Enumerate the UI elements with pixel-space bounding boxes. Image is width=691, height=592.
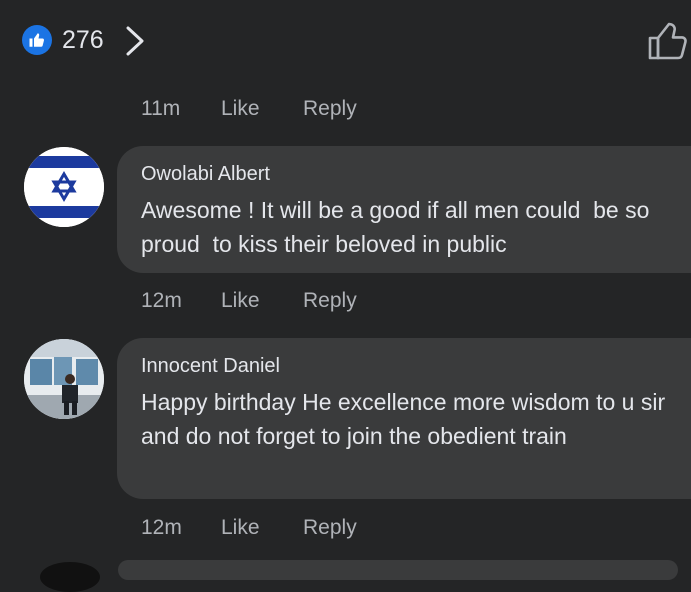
comment-time: 12m	[141, 289, 182, 312]
reactions-bar: 276	[0, 0, 691, 82]
israel-flag-avatar-icon	[24, 147, 104, 227]
comment-actions: 12m Like Reply	[141, 514, 357, 542]
comment-author[interactable]: Innocent Daniel	[141, 353, 691, 379]
reply-link[interactable]: Reply	[303, 97, 357, 121]
chevron-right-icon[interactable]	[122, 24, 148, 58]
reaction-count[interactable]: 276	[62, 25, 104, 55]
comment-bubble-next	[118, 560, 678, 580]
comment-time: 12m	[141, 516, 182, 539]
like-link[interactable]: Like	[221, 97, 303, 121]
comment-bubble: Innocent Daniel Happy birthday He excell…	[117, 338, 691, 499]
photo-avatar-icon	[24, 339, 104, 419]
comment-actions: 12m Like Reply	[141, 287, 357, 315]
comment-time: 11m	[141, 97, 181, 120]
thumbs-up-icon	[29, 33, 45, 47]
comment-text: Happy birthday He excellence more wisdom…	[141, 389, 672, 449]
reply-link[interactable]: Reply	[303, 516, 357, 540]
comment-actions-top: 11m Like Reply	[141, 95, 357, 123]
like-link[interactable]: Like	[221, 289, 303, 313]
avatar-innocent-daniel[interactable]	[24, 339, 104, 419]
comment-bubble: Owolabi Albert Awesome ! It will be a go…	[117, 146, 691, 273]
like-link[interactable]: Like	[221, 516, 303, 540]
comment-text: Awesome ! It will be a good if all men c…	[141, 197, 663, 257]
like-post-icon[interactable]	[647, 20, 689, 62]
avatar-owolabi-albert[interactable]	[24, 147, 104, 227]
like-reaction-icon[interactable]	[22, 25, 52, 55]
comment-author[interactable]: Owolabi Albert	[141, 161, 691, 187]
avatar-next-comment[interactable]	[40, 562, 100, 592]
reply-link[interactable]: Reply	[303, 289, 357, 313]
